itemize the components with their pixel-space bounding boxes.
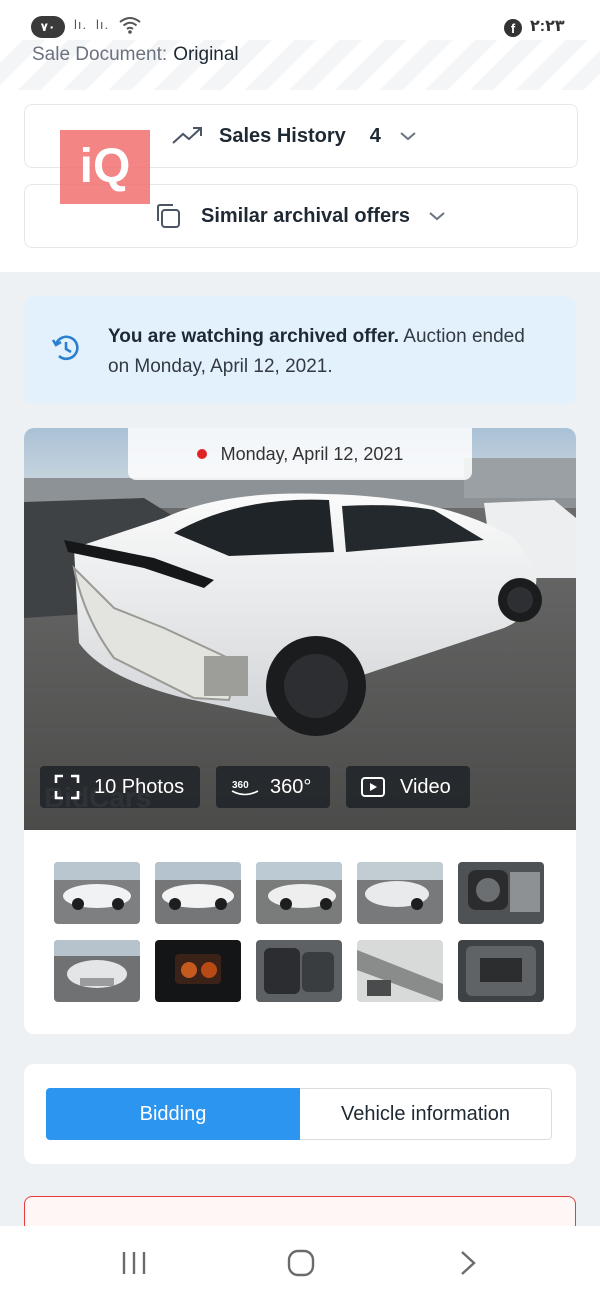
recent-apps-icon[interactable]	[120, 1248, 148, 1278]
notice-bold: You are watching archived offer.	[108, 326, 400, 347]
thumbnail-6[interactable]	[54, 940, 140, 1002]
photos-label: 10 Photos	[94, 775, 185, 798]
signal-icon-2: lı.	[96, 17, 110, 32]
photos-button[interactable]: 10 Photos	[40, 766, 200, 808]
system-nav-bar	[0, 1226, 600, 1300]
status-badge: ٧٠	[31, 16, 65, 38]
wifi-icon	[119, 17, 141, 34]
main-vehicle-photo[interactable]: Monday, April 12, 2021 BidCars 10 Photos…	[24, 428, 576, 830]
thumbnail-4[interactable]	[357, 862, 443, 924]
thumbnail-9[interactable]	[357, 940, 443, 1002]
clock: ٢:٢٣	[530, 18, 565, 35]
sale-document-label: Sale Document:	[32, 44, 168, 65]
copy-icon	[157, 204, 180, 228]
red-dot-icon	[196, 449, 207, 459]
chevron-down-icon	[429, 212, 445, 221]
chevron-down-icon	[400, 132, 416, 141]
auction-date: Monday, April 12, 2021	[220, 443, 404, 464]
play-video-icon	[361, 777, 385, 797]
view-360-icon: 360	[231, 780, 259, 796]
thumbnail-8[interactable]	[256, 940, 342, 1002]
tab-bidding[interactable]: Bidding	[46, 1088, 300, 1140]
offer-tabs-card: Bidding Vehicle information	[24, 1064, 576, 1164]
video-label: Video	[400, 775, 451, 798]
back-icon[interactable]	[456, 1248, 480, 1278]
home-icon[interactable]	[286, 1248, 316, 1278]
photo-gallery-card: Monday, April 12, 2021 BidCars 10 Photos…	[24, 428, 576, 1034]
svg-text:360: 360	[232, 780, 249, 791]
thumbnail-5[interactable]	[458, 862, 544, 924]
pano-label: 360°	[270, 775, 312, 798]
history-icon	[51, 335, 79, 361]
trending-up-icon	[172, 127, 202, 144]
video-button[interactable]: Video	[346, 766, 470, 808]
sale-document-value: Original	[173, 44, 239, 65]
iq-logo: iQ	[60, 130, 150, 204]
auction-date-badge: Monday, April 12, 2021	[128, 428, 472, 480]
notice-text: You are watching archived offer. Auction…	[108, 322, 548, 382]
sales-history-count: 4	[369, 124, 381, 147]
tab-vehicle-information[interactable]: Vehicle information	[300, 1088, 552, 1140]
status-bar: ٧٠ lı. lı. f ٢:٢٣	[0, 0, 600, 40]
thumbnail-10[interactable]	[458, 940, 544, 1002]
thumbnail-2[interactable]	[155, 862, 241, 924]
thumbnail-1[interactable]	[54, 862, 140, 924]
sales-history-label: Sales History	[219, 124, 346, 147]
facebook-icon: f	[504, 19, 522, 37]
sale-document: Sale Document: Original	[32, 44, 239, 66]
similar-offers-label: Similar archival offers	[201, 204, 410, 227]
signal-icon: lı.	[74, 17, 88, 32]
thumbnail-3[interactable]	[256, 862, 342, 924]
pano-360-button[interactable]: 360 360°	[216, 766, 330, 808]
archived-notice: You are watching archived offer. Auction…	[24, 296, 576, 404]
fullscreen-icon	[54, 774, 80, 800]
thumbnail-7[interactable]	[155, 940, 241, 1002]
